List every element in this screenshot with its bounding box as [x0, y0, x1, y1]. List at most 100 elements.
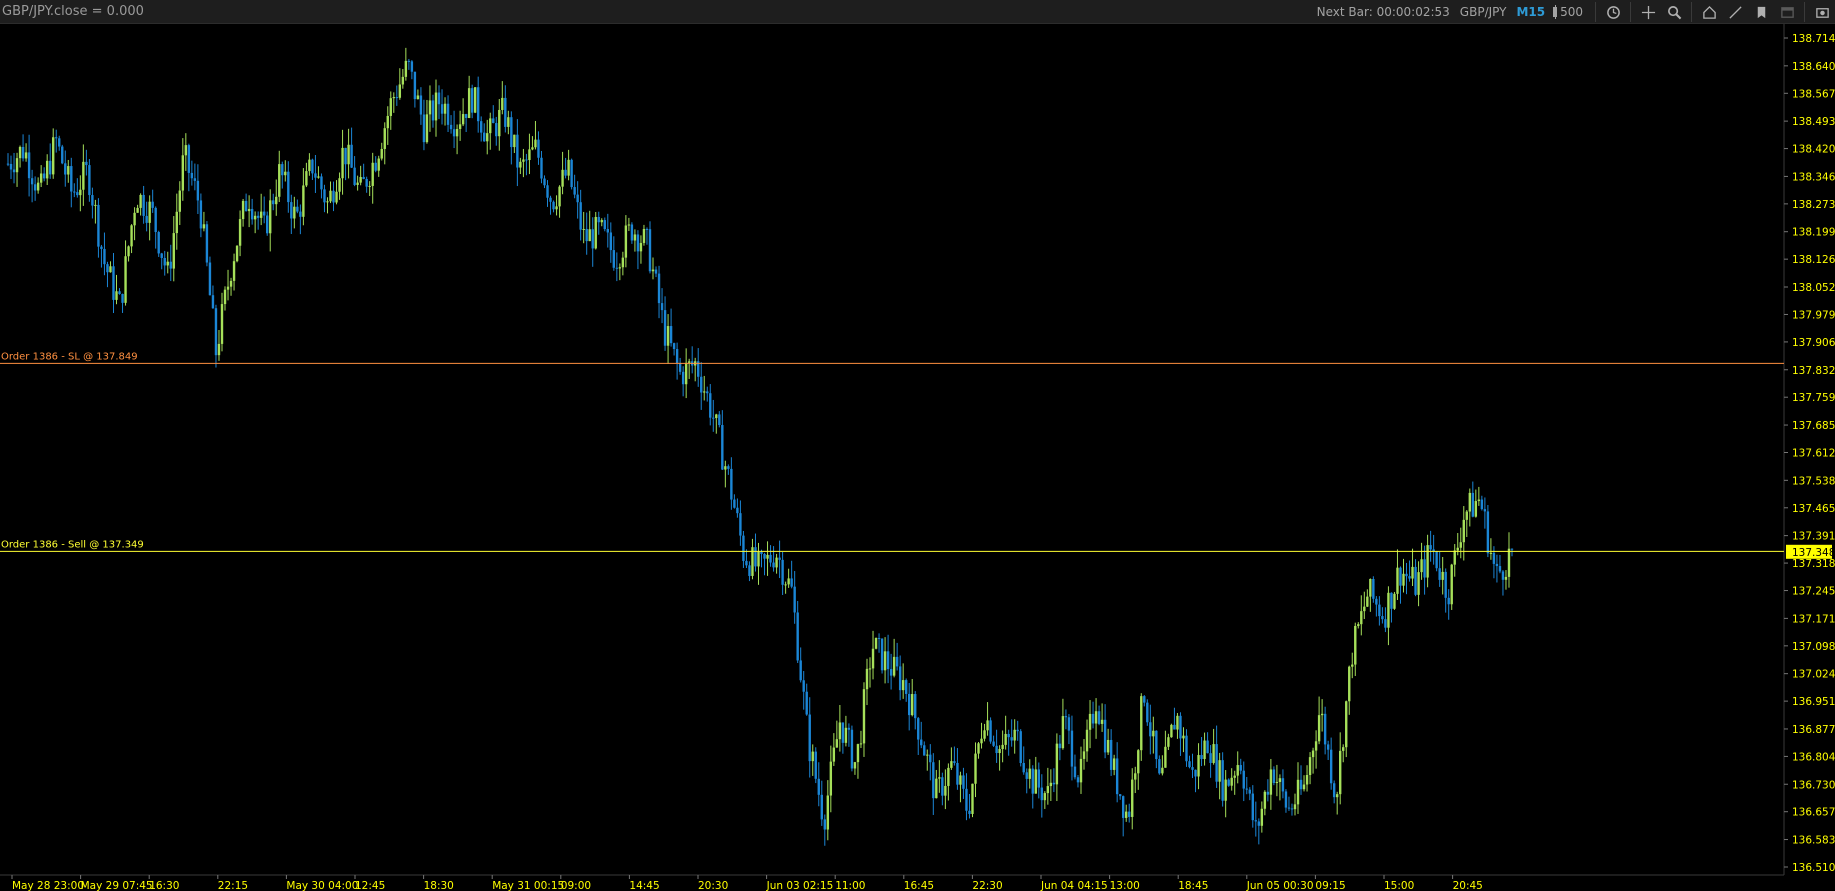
candle-body — [1164, 746, 1167, 768]
candle-body — [18, 146, 22, 159]
candle-body — [1456, 547, 1459, 551]
window-button[interactable] — [1774, 1, 1800, 23]
candle — [1296, 762, 1300, 814]
candle — [1272, 766, 1276, 786]
candle — [992, 735, 995, 747]
crosshair-button[interactable] — [1635, 1, 1661, 23]
candle — [15, 152, 19, 187]
candle — [1402, 558, 1405, 593]
candle-body — [1263, 791, 1267, 809]
candle-body — [552, 201, 555, 210]
candle — [1293, 793, 1297, 816]
x-tick-label: Jun 04 04:15 — [1040, 880, 1108, 891]
bars-count[interactable]: 500 — [1553, 5, 1583, 19]
draw-line-button[interactable] — [1722, 1, 1748, 23]
candle-body — [1311, 750, 1315, 758]
candle-body — [1357, 624, 1360, 626]
candle-body — [1248, 789, 1251, 794]
candle — [754, 533, 757, 572]
y-tick-label: 137.391 — [1792, 531, 1835, 543]
candle — [296, 199, 299, 214]
candle — [272, 193, 275, 211]
candle-body — [166, 261, 169, 266]
candle-body — [1369, 578, 1372, 597]
candle — [971, 783, 974, 818]
candle — [308, 153, 311, 176]
candle-body — [657, 273, 661, 304]
candle-body — [742, 535, 745, 561]
candle-body — [470, 88, 474, 113]
candle — [766, 541, 769, 576]
candle-body — [654, 269, 658, 274]
candle-body — [926, 754, 929, 756]
candle — [1468, 488, 1472, 527]
candle-body — [763, 554, 766, 559]
candle-body — [1290, 808, 1294, 810]
candle — [778, 540, 781, 579]
candle — [950, 747, 953, 770]
candle-body — [1245, 788, 1248, 790]
candle-body — [495, 123, 498, 137]
candle-body — [416, 95, 420, 100]
candle-body — [1052, 782, 1056, 785]
candle-body — [1402, 573, 1405, 586]
symbol-label[interactable]: GBP/JPY — [1460, 5, 1507, 19]
candle-body — [1275, 781, 1279, 783]
candle-body — [1100, 719, 1104, 724]
candle — [1477, 486, 1481, 506]
candle — [365, 176, 368, 193]
candle-body — [308, 159, 311, 172]
candle-body — [284, 171, 287, 176]
timeframe-button[interactable]: M15 — [1516, 5, 1545, 19]
candle-body — [1254, 820, 1258, 822]
candle-body — [1278, 778, 1282, 782]
candle — [1486, 504, 1490, 558]
candle — [1284, 789, 1288, 813]
candle — [1453, 544, 1456, 577]
candle-body — [1287, 807, 1291, 809]
zoom-button[interactable] — [1661, 1, 1687, 23]
candle-body — [1399, 567, 1402, 586]
candle — [675, 342, 679, 380]
candle — [323, 184, 326, 213]
candle — [636, 230, 640, 270]
candle-body — [232, 261, 236, 281]
candle-body — [1408, 576, 1411, 579]
screenshot-button[interactable] — [1809, 1, 1835, 23]
chart-canvas[interactable]: 138.714 138.640 138.567 138.493 138.420 138.3… — [0, 24, 1835, 891]
candle-body — [757, 551, 760, 567]
candle — [932, 753, 935, 815]
candle-body — [94, 204, 97, 206]
candle-body — [666, 326, 670, 346]
candle — [567, 149, 570, 181]
candle — [687, 358, 691, 379]
candle-body — [480, 121, 483, 133]
candle-body — [516, 134, 519, 168]
candle-body — [235, 245, 239, 262]
candle-body — [452, 129, 456, 137]
candle-body — [898, 666, 902, 691]
candle-body — [537, 139, 540, 158]
candle — [1100, 703, 1104, 732]
candle-body — [1326, 744, 1330, 750]
candle — [226, 269, 230, 301]
candle-body — [1320, 713, 1324, 716]
bookmark-button[interactable] — [1748, 1, 1774, 23]
candle — [244, 193, 248, 212]
candle-body — [160, 253, 163, 258]
candle-body — [196, 180, 200, 201]
candle — [223, 286, 227, 311]
candle-body — [302, 185, 305, 217]
candle-body — [1354, 625, 1357, 665]
x-tick-label: 13:00 — [1110, 880, 1140, 891]
candle-body — [1296, 779, 1300, 805]
candle — [175, 193, 178, 250]
candle-body — [1061, 716, 1065, 749]
sync-button[interactable] — [1600, 1, 1626, 23]
candle — [1040, 774, 1044, 818]
candle — [344, 147, 347, 181]
price-chart[interactable]: 138.714 138.640 138.567 138.493 138.420 138.3… — [0, 24, 1835, 891]
candle — [27, 134, 31, 197]
home-button[interactable] — [1696, 1, 1722, 23]
candle — [1326, 740, 1330, 761]
